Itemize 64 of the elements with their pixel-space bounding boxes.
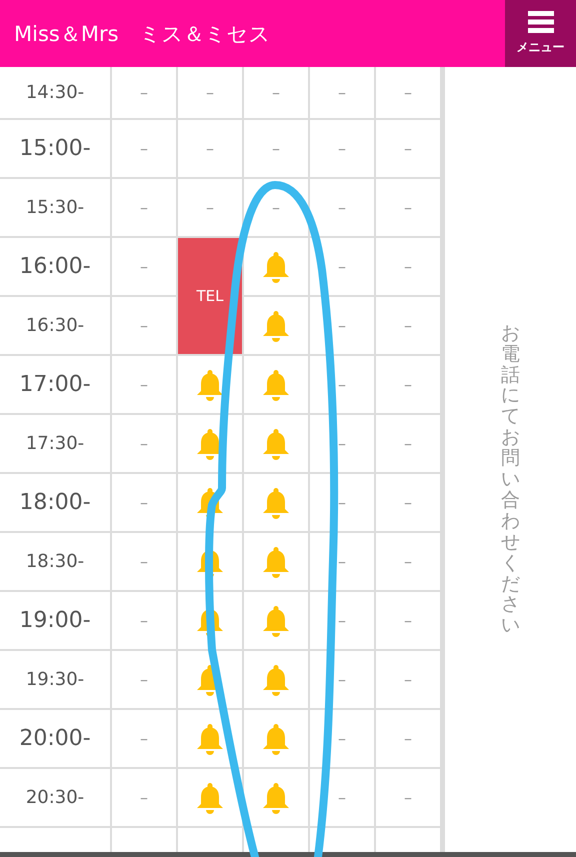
table-cell: – <box>112 415 176 472</box>
bell-icon[interactable] <box>195 782 225 814</box>
table-cell: – <box>376 651 440 708</box>
table-cell: – <box>112 120 176 177</box>
bell-icon[interactable] <box>261 604 291 636</box>
table-cell: – <box>310 179 374 236</box>
table-cell: – <box>112 297 176 354</box>
bell-icon[interactable] <box>261 310 291 342</box>
bell-icon[interactable] <box>195 486 225 518</box>
time-cell: 19:00- <box>0 592 110 649</box>
time-cell: 18:30- <box>0 533 110 590</box>
table-cell: – <box>112 356 176 413</box>
time-cell: 15:30- <box>0 179 110 236</box>
bell-icon[interactable] <box>261 250 291 282</box>
table-cell: – <box>376 769 440 826</box>
bell-icon[interactable] <box>261 782 291 814</box>
table-cell: – <box>244 120 308 177</box>
table-cell: – <box>376 120 440 177</box>
table-cell: – <box>376 297 440 354</box>
time-cell: 17:30- <box>0 415 110 472</box>
time-cell: 18:00- <box>0 474 110 531</box>
table-cell: – <box>112 769 176 826</box>
menu-button[interactable]: メニュー <box>505 0 576 67</box>
menu-icon <box>528 11 554 33</box>
table-cell: – <box>376 592 440 649</box>
time-cell: 16:30- <box>0 297 110 354</box>
bell-icon[interactable] <box>261 486 291 518</box>
bell-icon[interactable] <box>261 546 291 578</box>
table-cell: – <box>376 710 440 767</box>
time-cell: 19:30- <box>0 651 110 708</box>
bell-icon[interactable] <box>261 722 291 754</box>
table-cell: – <box>376 533 440 590</box>
phone-inquiry-note: お電話にてお問い合わせください <box>501 322 520 636</box>
time-cell: 20:00- <box>0 710 110 767</box>
table-cell: – <box>178 67 242 118</box>
table-cell: – <box>112 67 176 118</box>
table-cell: – <box>112 474 176 531</box>
time-cell: 15:00- <box>0 120 110 177</box>
site-title: Miss＆Mrs ミス＆ミセス <box>13 20 271 48</box>
time-cell: 14:30- <box>0 67 110 118</box>
table-cell: – <box>112 179 176 236</box>
table-cell: – <box>310 120 374 177</box>
bell-icon[interactable] <box>261 428 291 460</box>
time-cell: 16:00- <box>0 238 110 295</box>
table-cell: – <box>112 651 176 708</box>
bell-icon[interactable] <box>261 664 291 696</box>
table-cell: – <box>376 179 440 236</box>
table-cell: – <box>178 120 242 177</box>
table-cell: – <box>376 415 440 472</box>
table-cell: – <box>310 67 374 118</box>
table-cell: – <box>376 474 440 531</box>
table-cell: – <box>112 592 176 649</box>
table-cell: – <box>178 179 242 236</box>
table-cell: – <box>112 533 176 590</box>
bell-icon[interactable] <box>261 368 291 400</box>
table-cell: – <box>112 238 176 295</box>
bell-icon[interactable] <box>195 722 225 754</box>
table-cell: – <box>376 67 440 118</box>
time-cell: 17:00- <box>0 356 110 413</box>
table-cell: – <box>376 238 440 295</box>
table-cell: – <box>244 67 308 118</box>
table-cell: – <box>376 356 440 413</box>
table-cell: – <box>112 710 176 767</box>
time-cell: 20:30- <box>0 769 110 826</box>
